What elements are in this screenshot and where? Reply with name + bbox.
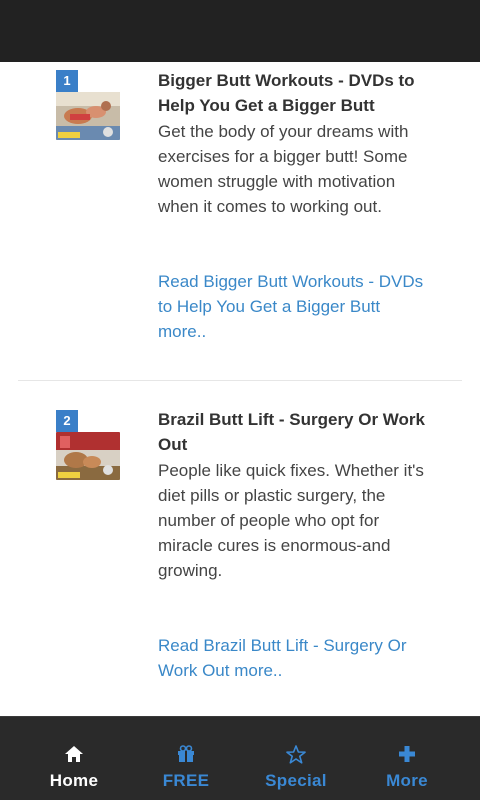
read-more-link[interactable]: Read Bigger Butt Workouts - DVDs to Help… [158,269,430,344]
article-number-badge: 2 [56,410,78,432]
nav-home[interactable]: Home [19,717,129,801]
article-image [56,432,120,480]
nav-special[interactable]: Special [241,717,351,801]
article-summary: People like quick fixes. Whether it's di… [158,461,424,580]
article-thumbnail[interactable]: 2 [56,410,120,480]
article-text: Brazil Butt Lift - Surgery Or Work Out P… [158,407,430,683]
bottom-navigation: Home FREE Special More [0,716,480,800]
home-icon [19,743,129,765]
nav-free-label: FREE [162,771,210,790]
gift-icon [131,743,241,765]
nav-free[interactable]: FREE [131,717,241,801]
nav-special-label: Special [265,771,327,790]
star-icon [241,743,351,765]
read-more-link[interactable]: Read Brazil Butt Lift - Surgery Or Work … [158,633,430,683]
status-bar [0,0,480,62]
nav-home-label: Home [49,771,99,790]
article-text: Bigger Butt Workouts - DVDs to Help You … [158,68,430,344]
article-thumbnail[interactable]: 1 [56,70,120,140]
article-title[interactable]: Brazil Butt Lift - Surgery Or Work Out [158,407,430,457]
divider [18,380,462,381]
plus-icon [352,743,462,765]
nav-more-label: More [386,771,428,790]
article-list: 1 Bigger Butt Workouts - DVDs to Help Yo… [0,62,480,716]
article-summary: Get the body of your dreams with exercis… [158,122,409,216]
nav-more[interactable]: More [352,717,462,801]
article-number-badge: 1 [56,70,78,92]
article-image [56,92,120,140]
article-title[interactable]: Bigger Butt Workouts - DVDs to Help You … [158,68,430,118]
